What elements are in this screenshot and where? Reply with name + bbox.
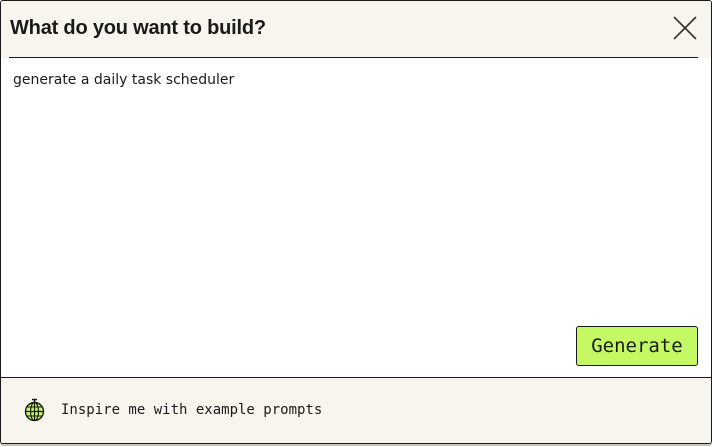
build-dialog: What do you want to build? generate a da… — [0, 0, 712, 444]
prompt-input[interactable]: generate a daily task scheduler — [13, 72, 234, 88]
close-button[interactable] — [672, 15, 698, 41]
prompt-area[interactable]: generate a daily task scheduler Generate — [1, 58, 711, 377]
dialog-title: What do you want to build? — [10, 17, 266, 39]
dialog-header: What do you want to build? — [1, 1, 711, 58]
globe-icon — [24, 398, 45, 422]
generate-button[interactable]: Generate — [576, 326, 698, 366]
inspire-link[interactable]: Inspire me with example prompts — [23, 398, 322, 422]
inspire-label: Inspire me with example prompts — [61, 402, 323, 418]
close-icon — [673, 16, 697, 40]
dialog-footer: Inspire me with example prompts — [1, 378, 711, 443]
